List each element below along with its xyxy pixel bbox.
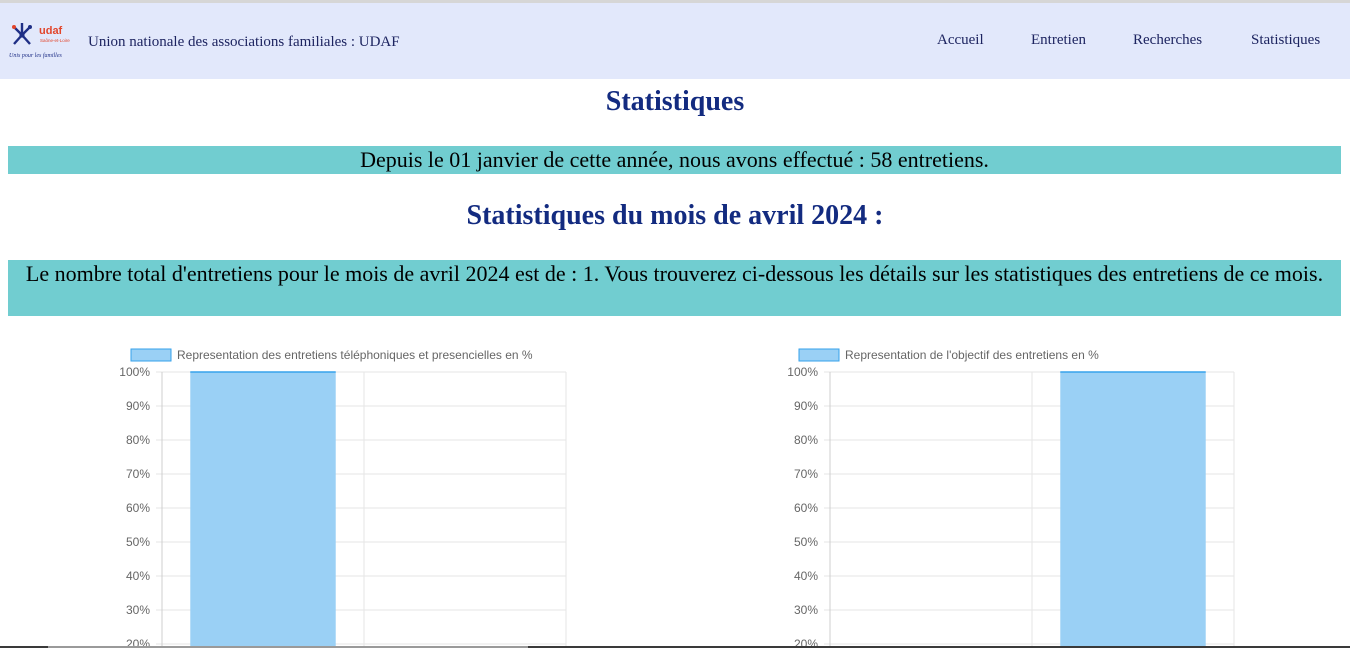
y-tick-label: 30% [794,603,818,617]
chart-objectif: Representation de l'objectif des entreti… [787,348,1235,648]
y-tick-label: 40% [794,569,818,583]
y-tick-label: 30% [126,603,150,617]
y-tick-label: 80% [794,433,818,447]
y-tick-label: 80% [126,433,150,447]
y-tick-label: 60% [126,501,150,515]
y-tick-label: 50% [794,535,818,549]
nav-accueil[interactable]: Accueil [937,32,984,49]
logo-flower-icon [12,23,32,45]
month-title: Statistiques du mois de avril 2024 : [466,200,884,231]
chart-bar[interactable] [190,372,336,648]
y-tick-label: 70% [794,467,818,481]
y-tick-label: 50% [126,535,150,549]
legend-label[interactable]: Representation de l'objectif des entreti… [845,348,1099,362]
month-summary-banner: Le nombre total d'entretiens pour le moi… [8,260,1341,316]
year-summary-banner: Depuis le 01 janvier de cette année, nou… [8,146,1341,174]
y-tick-label: 70% [126,467,150,481]
nav-recherches[interactable]: Recherches [1133,32,1202,49]
legend-swatch[interactable] [130,348,172,362]
navbar: udaf Saône-et-Loire Unis pour les famill… [0,3,1350,79]
logo-slogan: Unis pour les familles [9,52,62,59]
legend-label[interactable]: Representation des entretiens téléphoniq… [177,348,533,362]
udaf-logo[interactable]: udaf Saône-et-Loire Unis pour les famill… [8,17,74,63]
y-tick-label: 100% [119,365,150,379]
y-tick-label: 60% [794,501,818,515]
y-tick-label: 100% [787,365,818,379]
page-title: Statistiques [605,86,745,117]
logo-brand: udaf [39,25,63,37]
legend-swatch[interactable] [798,348,840,362]
chart-telephone-presentiel: Representation des entretiens téléphoniq… [119,348,567,648]
y-tick-label: 90% [794,399,818,413]
logo-sub: Saône-et-Loire [40,38,70,43]
org-name: Union nationale des associations familia… [88,34,400,50]
y-tick-label: 90% [126,399,150,413]
nav-statistiques[interactable]: Statistiques [1251,32,1320,49]
chart-bar[interactable] [1060,372,1206,648]
nav-entretien[interactable]: Entretien [1031,32,1086,49]
y-tick-label: 40% [126,569,150,583]
